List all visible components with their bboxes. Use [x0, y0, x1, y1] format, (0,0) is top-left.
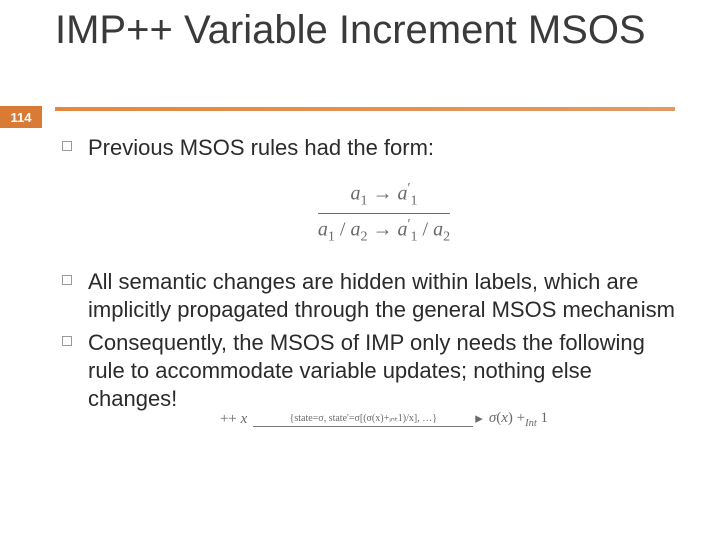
- slide: IMP++ Variable Increment MSOS 114 Previo…: [0, 0, 720, 540]
- bullet-list: Previous MSOS rules had the form: a1 → a…: [60, 134, 680, 431]
- slide-number-badge: 114: [0, 106, 42, 128]
- bullet-text-3: Consequently, the MSOS of IMP only needs…: [88, 330, 645, 411]
- bullet-item-2: All semantic changes are hidden within l…: [60, 268, 680, 324]
- bullet-text-1: Previous MSOS rules had the form:: [88, 135, 434, 160]
- formula-1: a1 → a′1 a1 / a2 → a′1 / a2: [88, 180, 680, 246]
- slide-title: IMP++ Variable Increment MSOS: [55, 8, 685, 52]
- arrow-head-icon: ▸: [475, 410, 483, 429]
- inference-rule-1: a1 → a′1 a1 / a2 → a′1 / a2: [318, 180, 450, 246]
- inference-rule-2: ++ x {state=σ, state'=σ[(σ(x)+ᵢₙₜ1)/x], …: [220, 409, 548, 430]
- formula2-left: ++ x: [220, 410, 247, 429]
- slide-body: Previous MSOS rules had the form: a1 → a…: [60, 134, 680, 435]
- formula-2: ++ x {state=σ, state'=σ[(σ(x)+ᵢₙₜ1)/x], …: [88, 409, 680, 430]
- arrow-line: [253, 426, 473, 427]
- bullet-text-2: All semantic changes are hidden within l…: [88, 269, 675, 322]
- title-underline: [55, 107, 675, 111]
- labelled-arrow: {state=σ, state'=σ[(σ(x)+ᵢₙₜ1)/x], …}: [253, 413, 473, 427]
- formula1-denominator: a1 / a2 → a′1 / a2: [318, 216, 450, 247]
- formula2-right: σ(x) +Int 1: [489, 409, 548, 430]
- formula2-label: {state=σ, state'=σ[(σ(x)+ᵢₙₜ1)/x], …}: [290, 413, 437, 426]
- formula1-numerator: a1 → a′1: [350, 180, 417, 211]
- bullet-item-3: Consequently, the MSOS of IMP only needs…: [60, 329, 680, 431]
- bullet-item-1: Previous MSOS rules had the form: a1 → a…: [60, 134, 680, 246]
- rule-line: [318, 213, 450, 214]
